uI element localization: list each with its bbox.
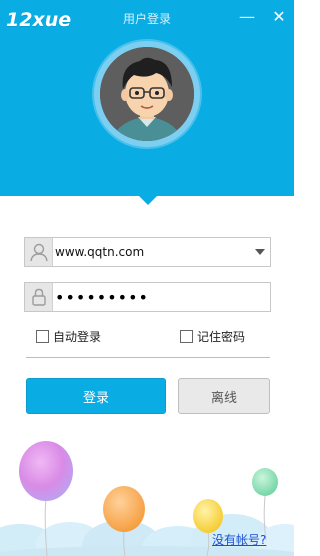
auto-login-option[interactable]: 自动登录 — [36, 328, 101, 344]
username-field[interactable] — [24, 237, 271, 267]
minimize-button[interactable]: — — [236, 6, 258, 28]
password-input[interactable] — [55, 283, 255, 311]
auto-login-label: 自动登录 — [53, 329, 102, 344]
avatar[interactable] — [100, 47, 194, 141]
offline-button[interactable]: 离线 — [178, 378, 270, 414]
auto-login-checkbox[interactable] — [36, 329, 49, 343]
remember-password-label: 记住密码 — [197, 329, 246, 344]
login-window: 12xue 用户登录 — ✕ www.qqtn.com ••••••••• 自动… — [0, 0, 294, 556]
password-field[interactable] — [24, 282, 271, 312]
close-button[interactable]: ✕ — [268, 6, 290, 28]
avatar-cartoon-icon — [100, 47, 194, 141]
login-button[interactable]: 登录 — [26, 378, 166, 414]
lock-icon — [25, 283, 53, 311]
header-banner: 12xue 用户登录 — ✕ — [0, 0, 294, 196]
remember-password-option[interactable]: 记住密码 — [180, 328, 245, 344]
form-divider — [26, 357, 270, 358]
header-notch — [138, 195, 158, 205]
username-input[interactable] — [55, 238, 255, 266]
chevron-down-icon[interactable] — [250, 238, 270, 266]
user-icon — [25, 238, 53, 266]
signup-link[interactable]: 没有帐号? — [212, 531, 266, 548]
remember-password-checkbox[interactable] — [180, 329, 193, 343]
